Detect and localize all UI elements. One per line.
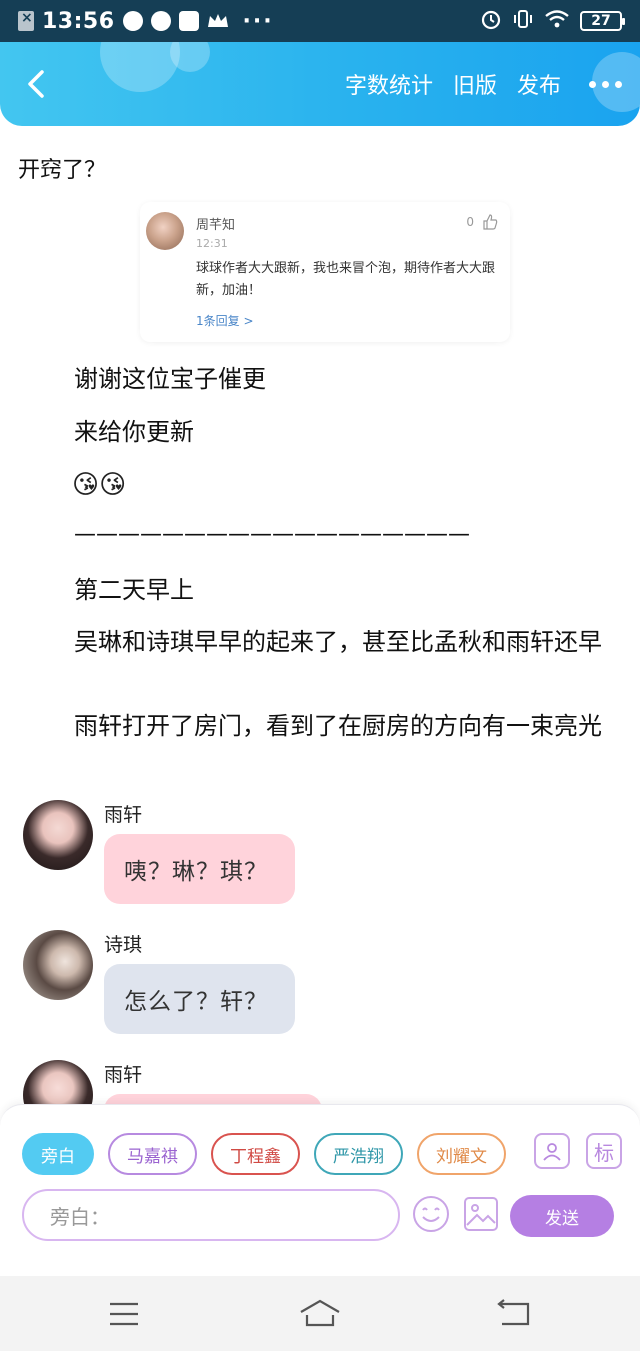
chat-sender-name: 雨轩 bbox=[104, 1064, 143, 1086]
comment-screenshot: 周芊知 12:31 0 球球作者大大跟新，我也来冒个泡，期待作者大大跟新，加油！… bbox=[140, 202, 510, 342]
chat-sender-name: 雨轩 bbox=[104, 804, 143, 826]
story-paragraph: 来给你更新 bbox=[74, 418, 194, 446]
chat-bubble: 咦？琳？琪？ bbox=[104, 834, 295, 904]
story-paragraph: 吴琳和诗琪早早的起来了，甚至比孟秋和雨轩还早 bbox=[74, 628, 602, 656]
comment-time: 12:31 bbox=[196, 237, 228, 250]
app-notification-icon bbox=[150, 11, 171, 31]
comment-author: 周芊知 bbox=[196, 218, 236, 233]
avatar[interactable] bbox=[23, 930, 93, 1000]
avatar bbox=[146, 212, 184, 250]
wechat-icon bbox=[122, 11, 143, 31]
role-chip[interactable]: 马嘉祺 bbox=[108, 1133, 197, 1175]
status-bar: 13:56 ··· 27 bbox=[0, 0, 640, 42]
thumbs-up-icon bbox=[483, 214, 498, 230]
back-button[interactable] bbox=[18, 64, 58, 104]
crown-icon bbox=[207, 13, 229, 29]
add-character-button[interactable] bbox=[534, 1133, 570, 1169]
like-count: 0 bbox=[466, 214, 498, 230]
comment-text: 球球作者大大跟新，我也来冒个泡，期待作者大大跟新，加油！ bbox=[196, 261, 496, 298]
app-header: 字数统计 旧版 发布 bbox=[0, 42, 640, 126]
chat-sender-name: 诗琪 bbox=[104, 934, 143, 956]
chat-bubble: 怎么了？轩？ bbox=[104, 964, 295, 1034]
clock: 13:56 bbox=[42, 8, 115, 34]
menu-button[interactable] bbox=[108, 1300, 140, 1332]
story-text: 开窍了？ bbox=[18, 158, 107, 183]
menu-icon bbox=[110, 1302, 138, 1326]
old-version-button[interactable]: 旧版 bbox=[453, 68, 497, 100]
comment-reply-link: 1条回复 > bbox=[196, 314, 254, 328]
word-count-button[interactable]: 字数统计 bbox=[345, 68, 433, 100]
return-icon bbox=[497, 1299, 530, 1326]
person-icon bbox=[543, 1143, 561, 1161]
publish-button[interactable]: 发布 bbox=[517, 68, 561, 100]
kiss-emoji: 😘😘 bbox=[72, 470, 127, 500]
alarm-icon bbox=[480, 8, 502, 34]
chevron-left-icon bbox=[28, 70, 44, 98]
tag-button[interactable]: 标 bbox=[586, 1133, 622, 1169]
home-button[interactable] bbox=[298, 1298, 342, 1332]
role-chip-narration[interactable]: 旁白 bbox=[22, 1133, 94, 1175]
send-button[interactable]: 发送 bbox=[510, 1195, 614, 1237]
message-input[interactable]: 旁白： bbox=[22, 1189, 400, 1241]
image-icon bbox=[464, 1197, 498, 1231]
home-icon bbox=[300, 1299, 340, 1327]
system-nav-bar bbox=[0, 1276, 640, 1351]
story-paragraph: 雨轩打开了房门，看到了在厨房的方向有一束亮光 bbox=[74, 712, 602, 740]
wifi-icon bbox=[544, 9, 570, 33]
more-options-button[interactable] bbox=[589, 80, 622, 88]
vibrate-icon bbox=[512, 8, 534, 34]
image-button[interactable] bbox=[462, 1195, 500, 1233]
divider-line: —————————————————— bbox=[74, 522, 470, 547]
decor-bubble bbox=[100, 42, 180, 92]
role-chip[interactable]: 刘耀文 bbox=[417, 1133, 506, 1175]
more-notifications-icon: ··· bbox=[242, 8, 274, 34]
avatar[interactable] bbox=[23, 800, 93, 870]
pinwheel-icon bbox=[178, 11, 199, 31]
back-nav-button[interactable] bbox=[496, 1298, 532, 1332]
battery-indicator: 27 bbox=[580, 11, 625, 31]
emoji-button[interactable] bbox=[412, 1195, 450, 1233]
role-chip[interactable]: 严浩翔 bbox=[314, 1133, 403, 1175]
composer-panel: 旁白 马嘉祺 丁程鑫 严浩翔 刘耀文 标 旁白： 发送 bbox=[0, 1104, 640, 1276]
role-chip[interactable]: 丁程鑫 bbox=[211, 1133, 300, 1175]
story-paragraph: 第二天早上 bbox=[74, 576, 194, 604]
smiley-icon bbox=[413, 1196, 449, 1232]
no-sim-icon bbox=[18, 10, 34, 31]
story-paragraph: 谢谢这位宝子催更 bbox=[74, 365, 266, 393]
